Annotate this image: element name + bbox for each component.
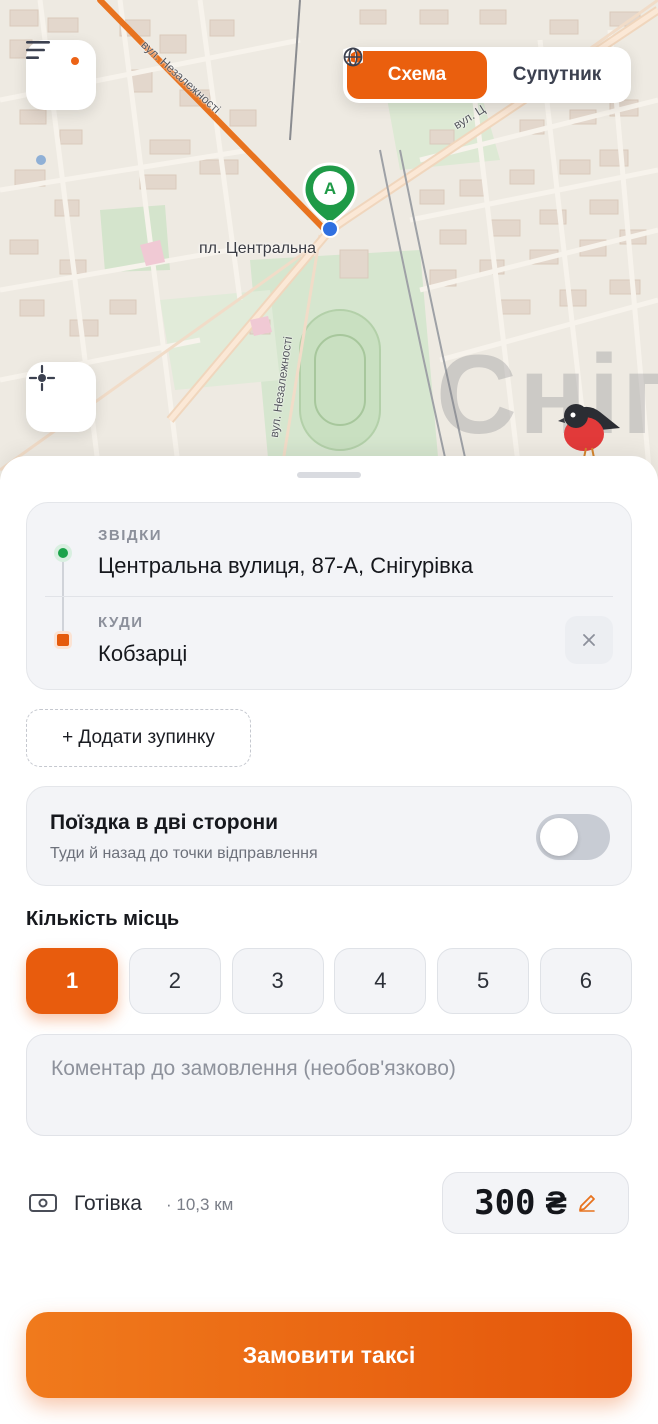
locate-button[interactable]	[26, 362, 96, 432]
seat-option-1[interactable]: 1	[26, 948, 119, 1014]
clear-destination-button[interactable]	[565, 616, 613, 664]
round-trip-toggle[interactable]	[536, 814, 610, 860]
map-mode-satellite-label: Супутник	[512, 64, 602, 85]
seat-option-5[interactable]: 5	[437, 948, 530, 1014]
seats-selector: 1 2 3 4 5 6	[26, 948, 632, 1014]
add-stop-button[interactable]: + Додати зупинку	[26, 709, 251, 767]
comment-input[interactable]	[27, 1035, 631, 1135]
round-trip-title: Поїздка в дві сторони	[50, 811, 279, 834]
round-trip-card: Поїздка в дві сторони Туди й назад до то…	[26, 786, 632, 886]
menu-icon	[26, 41, 50, 59]
to-label: КУДИ	[98, 614, 144, 631]
marker-label: A	[324, 179, 336, 198]
map-view[interactable]: A вул. Незалежності вул. Ц вул. Незалежн…	[0, 0, 658, 480]
to-field[interactable]: Кобзарці	[98, 641, 187, 667]
start-marker-icon[interactable]: A	[300, 160, 360, 250]
route-connector	[62, 555, 64, 641]
payment-method[interactable]: Готівка	[74, 1192, 142, 1216]
price-box[interactable]: 300 ₴	[442, 1172, 629, 1234]
comment-box	[26, 1034, 632, 1136]
globe-icon	[343, 47, 363, 67]
seat-option-4[interactable]: 4	[334, 948, 427, 1014]
seat-option-2[interactable]: 2	[128, 948, 221, 1014]
seats-title: Кількість місць	[26, 908, 180, 930]
map-mode-toggle: Схема Супутник	[343, 47, 631, 103]
toggle-knob	[540, 818, 578, 856]
seat-option-6[interactable]: 6	[539, 948, 632, 1014]
cash-icon	[29, 1194, 57, 1212]
from-label: ЗВІДКИ	[98, 527, 163, 544]
sheet-handle[interactable]	[297, 472, 361, 478]
menu-button[interactable]	[26, 40, 96, 110]
close-icon	[583, 634, 595, 646]
map-mode-satellite-button[interactable]: Супутник	[343, 47, 627, 99]
to-dot-icon	[54, 631, 72, 649]
round-trip-subtitle: Туди й назад до точки відправлення	[50, 845, 318, 862]
price-value: 300	[474, 1183, 536, 1223]
route-divider	[45, 596, 613, 597]
map-mode-scheme-label: Схема	[387, 64, 447, 85]
route-card: ЗВІДКИ Центральна вулиця, 87-А, Снігурів…	[26, 502, 632, 690]
crosshair-icon	[28, 364, 56, 392]
bullfinch-icon	[558, 404, 620, 459]
payment-row: Готівка · 10,3 км 300 ₴	[26, 1172, 632, 1236]
order-taxi-button[interactable]: Замовити таксі	[26, 1312, 632, 1398]
currency-symbol: ₴	[545, 1184, 567, 1221]
from-dot-icon	[54, 544, 72, 562]
map-mode-scheme-button[interactable]: Схема	[343, 47, 487, 99]
seat-option-3[interactable]: 3	[231, 948, 324, 1014]
place-label: пл. Центральна	[199, 240, 316, 257]
edit-pencil-icon	[578, 1195, 595, 1212]
notification-dot	[71, 57, 79, 65]
from-field[interactable]: Центральна вулиця, 87-А, Снігурівка	[98, 553, 473, 579]
trip-distance: · 10,3 км	[166, 1195, 234, 1214]
order-sheet: ЗВІДКИ Центральна вулиця, 87-А, Снігурів…	[0, 456, 658, 1424]
